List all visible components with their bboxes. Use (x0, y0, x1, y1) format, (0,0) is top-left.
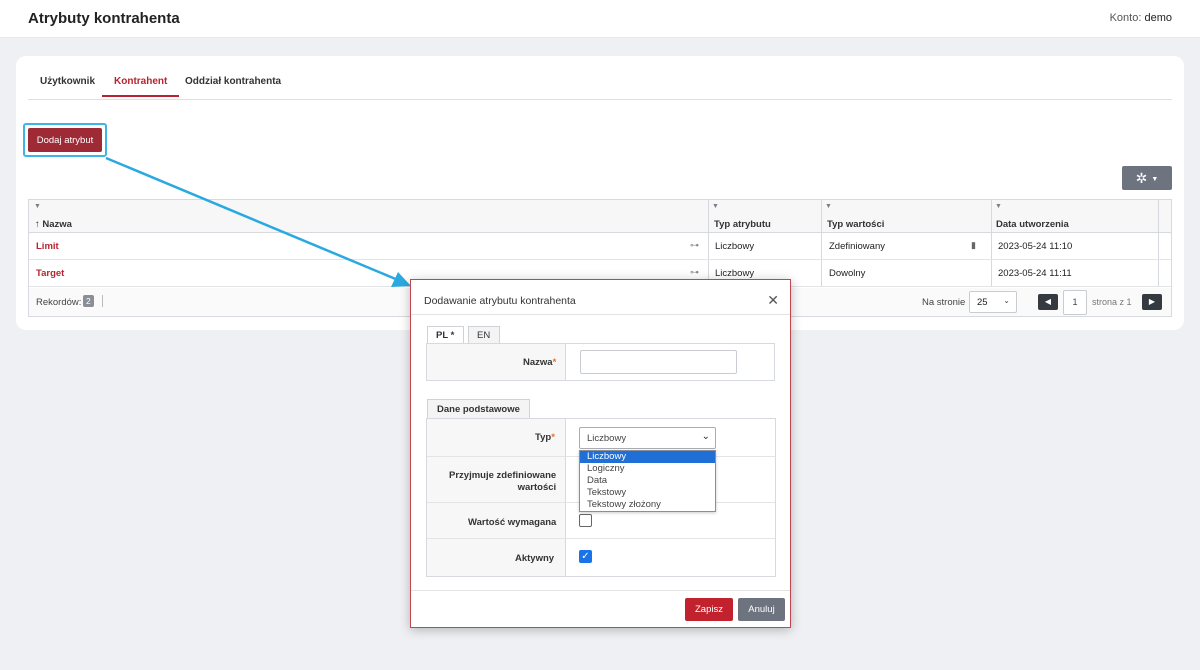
close-icon[interactable]: ✕ (767, 293, 779, 307)
page-count-label: strona z 1 (1092, 297, 1132, 307)
active-field-label: Aktywny (515, 553, 555, 564)
tab-oddzial-kontrahenta[interactable]: Oddział kontrahenta (185, 76, 281, 95)
account-label: Konto: (1109, 12, 1142, 24)
tab-lang-en[interactable]: EN (468, 326, 500, 344)
column-divider (708, 200, 709, 232)
save-button[interactable]: Zapisz (685, 598, 733, 621)
page-number-input[interactable]: 1 (1063, 290, 1087, 315)
attribute-name-link[interactable]: Limit (36, 241, 59, 252)
column-header-data-utworzenia[interactable]: Data utworzenia (996, 219, 1069, 230)
cancel-button[interactable]: Anuluj (738, 598, 785, 621)
previous-page-button[interactable]: ◀ (1038, 294, 1058, 310)
tab-lang-pl[interactable]: PL * (427, 326, 464, 344)
add-button-highlight: Dodaj atrybut (23, 123, 107, 157)
form-row-active: Aktywny ✓ (427, 539, 775, 576)
column-header-typ-wartosci[interactable]: Typ wartości (827, 219, 884, 230)
dropdown-option[interactable]: Logiczny (580, 463, 715, 475)
chevron-down-icon: ⌄ (701, 431, 710, 442)
grid-header: ▼ ↑ Nazwa ▼ Typ atrybutu ▼ Typ wartości … (29, 200, 1171, 233)
dropdown-option[interactable]: Liczbowy (580, 451, 715, 463)
add-attribute-modal: Dodawanie atrybutu kontrahenta ✕ PL * EN… (410, 279, 791, 628)
column-divider (821, 260, 822, 286)
grid-tools-button[interactable]: ✲ ▼ (1122, 166, 1172, 190)
column-divider (1158, 260, 1159, 286)
created-date: 2023-05-24 11:11 (998, 268, 1072, 279)
chevron-down-icon: ⌄ (1003, 296, 1010, 305)
table-row[interactable]: Limit ⊶ Liczbowy Zdefiniowany ▮ 2023-05-… (29, 233, 1171, 260)
modal-divider (411, 314, 790, 315)
column-divider (708, 233, 709, 259)
chevron-left-icon: ◀ (1044, 297, 1052, 306)
name-value-col (565, 344, 774, 380)
type-select[interactable]: Liczbowy ⌄ (579, 427, 716, 449)
column-divider (821, 233, 822, 259)
top-bar: Atrybuty kontrahenta Konto: demo (0, 0, 1200, 38)
sort-up-icon: ↑ (35, 219, 40, 230)
dropdown-option[interactable]: Tekstowy złożony (580, 499, 715, 511)
column-divider (1158, 200, 1159, 232)
filter-icon[interactable]: ▼ (712, 203, 719, 210)
tab-basic-data[interactable]: Dane podstawowe (427, 399, 530, 419)
records-count-badge: 2 (83, 295, 94, 307)
value-type: Zdefiniowany (829, 241, 885, 252)
chevron-right-icon: ▶ (1148, 297, 1156, 306)
clipboard-icon[interactable]: ▮ (971, 240, 976, 251)
key-icon: ⊶ (690, 240, 699, 250)
name-input[interactable] (580, 350, 737, 374)
accepts-defined-label: Przyjmuje zdefiniowane wartości (449, 470, 557, 493)
records-label: Rekordów: (36, 297, 82, 308)
required-checkbox[interactable] (579, 514, 592, 527)
per-page-label: Na stronie (922, 297, 966, 308)
name-form-box: Nazwa* (426, 343, 775, 381)
account-value: demo (1144, 12, 1172, 24)
dropdown-option[interactable]: Tekstowy (580, 487, 715, 499)
filter-icon[interactable]: ▼ (995, 203, 1002, 210)
per-page-select[interactable]: 25 ⌄ (969, 291, 1017, 313)
asterisk-icon: ✲ (1135, 170, 1148, 186)
attribute-type: Liczbowy (715, 241, 755, 252)
column-divider (1158, 233, 1159, 259)
filter-icon[interactable]: ▼ (825, 203, 832, 210)
attribute-type: Liczbowy (715, 268, 755, 279)
next-page-button[interactable]: ▶ (1142, 294, 1162, 310)
value-type: Dowolny (829, 268, 866, 279)
created-date: 2023-05-24 11:10 (998, 241, 1073, 252)
type-field-label: Typ* (535, 432, 555, 443)
footer-divider (102, 295, 103, 307)
column-divider (991, 260, 992, 286)
type-dropdown-list: Liczbowy Logiczny Data Tekstowy Tekstowy… (579, 450, 716, 512)
caret-down-icon: ▼ (1151, 176, 1159, 183)
tab-kontrahent[interactable]: Kontrahent (102, 76, 180, 97)
tab-bar: Użytkownik Kontrahent Oddział kontrahent… (28, 70, 1172, 100)
attribute-name-link[interactable]: Target (36, 268, 64, 279)
required-field-label: Wartość wymagana (468, 517, 557, 528)
column-header-typ-atrybutu[interactable]: Typ atrybutu (714, 219, 771, 230)
column-header-nazwa[interactable]: ↑ Nazwa (35, 219, 72, 230)
page-title: Atrybuty kontrahenta (28, 10, 180, 27)
add-attribute-button[interactable]: Dodaj atrybut (28, 128, 102, 152)
account-info: Konto: demo (1110, 12, 1172, 24)
modal-footer-divider (411, 590, 790, 591)
name-field-label: Nazwa* (523, 357, 557, 368)
key-icon: ⊶ (690, 267, 699, 277)
check-icon: ✓ (581, 551, 590, 562)
dropdown-option[interactable]: Data (580, 475, 715, 487)
column-divider (991, 233, 992, 259)
modal-title: Dodawanie atrybutu kontrahenta (424, 295, 576, 307)
column-divider (821, 200, 822, 232)
filter-icon[interactable]: ▼ (34, 203, 41, 210)
column-divider (991, 200, 992, 232)
active-checkbox[interactable]: ✓ (579, 550, 592, 563)
tab-uzytkownik[interactable]: Użytkownik (40, 76, 95, 95)
